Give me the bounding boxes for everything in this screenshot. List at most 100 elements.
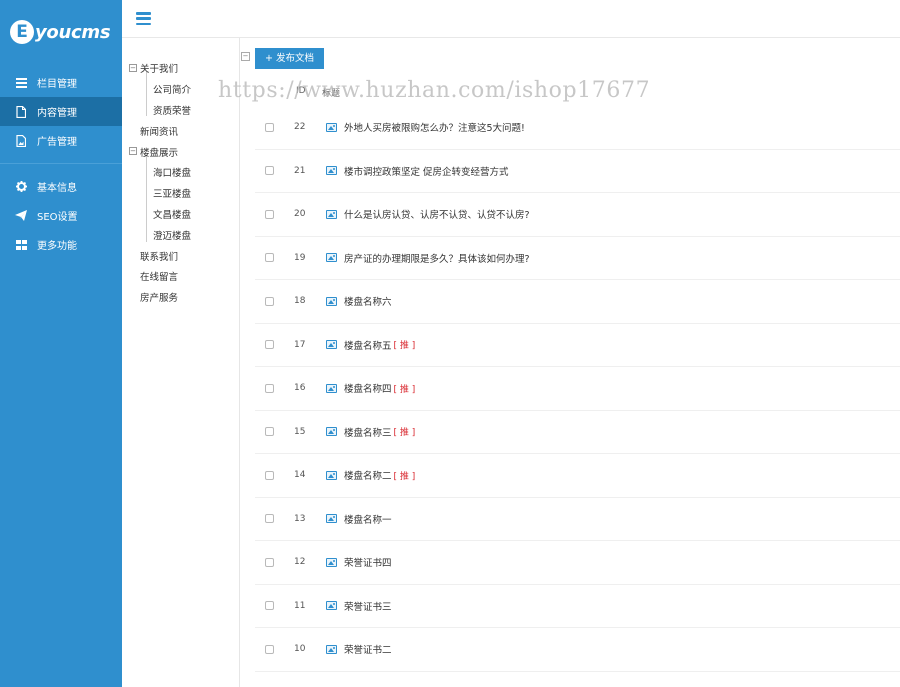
row-title-link[interactable]: 荣誉证书二 <box>344 642 392 656</box>
publish-document-button[interactable]: + 发布文档 <box>255 48 324 69</box>
tree-node-label: 海口楼盘 <box>153 168 192 180</box>
logo-mark: E <box>10 20 34 44</box>
tree-node-contact[interactable]: 联系我们 <box>122 245 239 266</box>
document-icon <box>15 105 27 118</box>
category-tree: − 关于我们 公司简介 资质荣誉 新闻资讯 − 楼盘展示 海口楼盘 三亚楼盘 文… <box>122 38 240 687</box>
row-title-link[interactable]: 楼盘名称一 <box>344 512 392 526</box>
collapse-icon[interactable]: − <box>129 64 137 72</box>
tree-node-properties[interactable]: − 楼盘展示 <box>122 141 239 162</box>
row-checkbox[interactable] <box>265 166 274 176</box>
table-row[interactable]: 20 什么是认房认贷、认房不认贷、认贷不认房? <box>255 193 900 237</box>
row-title-link[interactable]: 楼盘名称二 <box>344 468 392 482</box>
row-title-link[interactable]: 外地人买房被限购怎么办？注意这5大问题! <box>344 120 525 134</box>
row-id: 10 <box>294 644 306 655</box>
table-row[interactable]: 12 荣誉证书四 <box>255 541 900 585</box>
row-checkbox[interactable] <box>265 383 274 393</box>
sidebar-item-basic-info[interactable]: 基本信息 <box>0 172 122 201</box>
sidebar-item-seo-settings[interactable]: SEO设置 <box>0 201 122 230</box>
row-id: 12 <box>294 557 306 568</box>
row-title-link[interactable]: 楼盘名称六 <box>344 294 392 308</box>
tree-node-guestbook[interactable]: 在线留言 <box>122 266 239 287</box>
image-icon <box>326 557 337 567</box>
table-row[interactable]: 11 荣誉证书三 <box>255 585 900 628</box>
table-row[interactable]: 18 楼盘名称六 <box>255 280 900 324</box>
row-title-link[interactable]: 楼盘名称三 <box>344 425 392 439</box>
main-content: − + 发布文档 ID 标题 22 外地人买房被限购怎么办？注意这5大问题! 21 楼… <box>218 38 900 687</box>
table-row[interactable]: 15 楼盘名称三[ 推 ] <box>255 411 900 454</box>
tree-node-label: 资质荣誉 <box>153 105 192 117</box>
row-id: 18 <box>294 296 306 307</box>
sidebar-item-label: 栏目管理 <box>37 79 77 90</box>
row-checkbox[interactable] <box>265 644 274 654</box>
image-icon <box>326 514 337 524</box>
row-title-link[interactable]: 房产证的办理期限是多久？具体该如何办理? <box>344 251 530 265</box>
tree-node-label: 在线留言 <box>140 272 179 284</box>
sidebar-item-content-management[interactable]: 内容管理 <box>0 97 122 126</box>
tree-node-label: 三亚楼盘 <box>153 189 192 201</box>
list-icon <box>15 77 27 89</box>
panel-collapse-icon[interactable]: − <box>241 52 250 61</box>
table-row[interactable]: 22 外地人买房被限购怎么办？注意这5大问题! <box>255 106 900 150</box>
row-title-link[interactable]: 楼盘名称五 <box>344 338 392 352</box>
image-icon <box>326 470 337 480</box>
logo[interactable]: E youcms <box>0 0 122 64</box>
image-icon <box>326 253 337 263</box>
tree-node-about[interactable]: − 关于我们 <box>122 58 239 79</box>
recommend-flag: [ 推 ] <box>393 384 416 395</box>
table-row[interactable]: 17 楼盘名称五[ 推 ] <box>255 324 900 367</box>
image-icon <box>326 601 337 611</box>
table-row[interactable]: 16 楼盘名称四[ 推 ] <box>255 367 900 411</box>
row-checkbox[interactable] <box>265 340 274 350</box>
image-icon <box>326 296 337 306</box>
row-checkbox[interactable] <box>265 296 274 306</box>
tree-node-label: 澄迈楼盘 <box>153 230 192 242</box>
image-icon <box>326 340 337 350</box>
row-id: 17 <box>294 339 306 350</box>
sidebar-item-more-features[interactable]: 更多功能 <box>0 230 122 259</box>
table-row[interactable]: 19 房产证的办理期限是多久？具体该如何办理? <box>255 237 900 280</box>
tree-node-label: 新闻资讯 <box>140 126 179 138</box>
row-id: 22 <box>294 122 306 133</box>
row-checkbox[interactable] <box>265 253 274 263</box>
row-checkbox[interactable] <box>265 209 274 219</box>
sidebar-item-label: 广告管理 <box>37 137 77 148</box>
row-checkbox[interactable] <box>265 557 274 567</box>
row-checkbox[interactable] <box>265 427 274 437</box>
sidebar-item-column-management[interactable]: 栏目管理 <box>0 68 122 97</box>
row-checkbox[interactable] <box>265 514 274 524</box>
row-title-link[interactable]: 什么是认房认贷、认房不认贷、认贷不认房? <box>344 207 530 221</box>
sidebar: E youcms 栏目管理 内容管理 广告管理 基本信息 SEO设置 更多功能 <box>0 0 122 687</box>
row-checkbox[interactable] <box>265 470 274 480</box>
row-title-link[interactable]: 楼市调控政策坚定 促房企转变经营方式 <box>344 164 509 178</box>
tree-node-sanya[interactable]: 三亚楼盘 <box>122 183 239 204</box>
table-row[interactable]: 13 楼盘名称一 <box>255 498 900 541</box>
tree-node-property-services[interactable]: 房产服务 <box>122 287 239 308</box>
tree-node-haikou[interactable]: 海口楼盘 <box>122 162 239 183</box>
row-id: 20 <box>294 209 306 220</box>
row-id: 14 <box>294 470 306 481</box>
sidebar-item-label: SEO设置 <box>37 212 78 223</box>
gear-icon <box>15 181 27 193</box>
tree-node-label: 文昌楼盘 <box>153 209 192 221</box>
table-row[interactable]: 10 荣誉证书二 <box>255 628 900 672</box>
row-id: 21 <box>294 165 306 176</box>
tree-node-chengmai[interactable]: 澄迈楼盘 <box>122 224 239 245</box>
collapse-icon[interactable]: − <box>129 147 137 156</box>
sidebar-item-label: 内容管理 <box>37 108 77 119</box>
row-title-link[interactable]: 楼盘名称四 <box>344 381 392 395</box>
tree-node-wenchang[interactable]: 文昌楼盘 <box>122 204 239 225</box>
tree-node-label: 联系我们 <box>140 251 179 263</box>
row-checkbox[interactable] <box>265 122 274 132</box>
table-row[interactable]: 14 楼盘名称二[ 推 ] <box>255 454 900 498</box>
row-id: 13 <box>294 513 306 524</box>
sidebar-divider <box>0 163 122 164</box>
row-title-link[interactable]: 荣誉证书三 <box>344 599 392 613</box>
table-row[interactable]: 21 楼市调控政策坚定 促房企转变经营方式 <box>255 150 900 193</box>
recommend-flag: [ 推 ] <box>393 341 416 352</box>
image-icon <box>326 209 337 219</box>
row-title-link[interactable]: 荣誉证书四 <box>344 555 392 569</box>
menu-toggle-icon[interactable] <box>136 12 151 26</box>
row-checkbox[interactable] <box>265 601 274 611</box>
tree-node-news[interactable]: 新闻资讯 <box>122 120 239 141</box>
sidebar-item-ad-management[interactable]: 广告管理 <box>0 126 122 155</box>
